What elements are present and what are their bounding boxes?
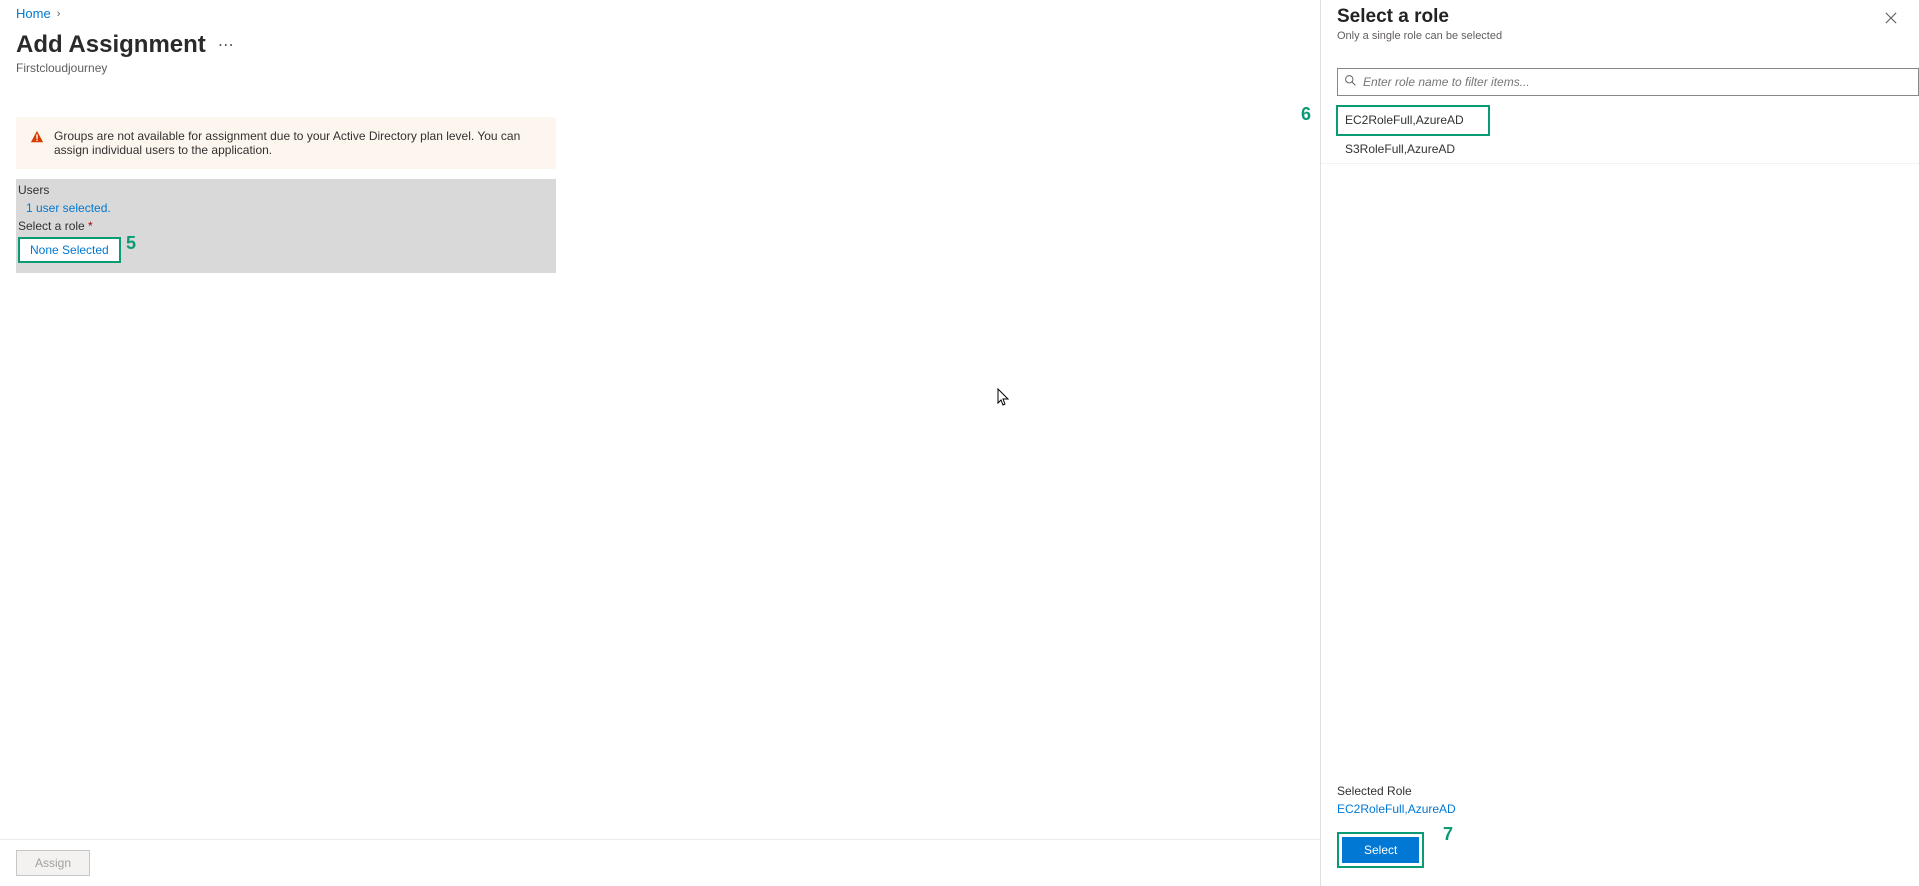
- annotation-5: 5: [126, 233, 136, 254]
- role-list: EC2RoleFull,AzureAD S3RoleFull,AzureAD: [1321, 106, 1919, 164]
- panel-title: Select a role: [1337, 6, 1502, 28]
- role-item-s3[interactable]: S3RoleFull,AzureAD: [1321, 135, 1919, 164]
- assign-button[interactable]: Assign: [16, 850, 90, 876]
- breadcrumb: Home ›: [16, 0, 1320, 21]
- role-item-ec2[interactable]: EC2RoleFull,AzureAD: [1337, 106, 1489, 135]
- select-button[interactable]: Select: [1342, 837, 1419, 863]
- page-title: Add Assignment: [16, 31, 206, 59]
- chevron-right-icon: ›: [57, 8, 61, 20]
- page-subtitle: Firstcloudjourney: [16, 61, 1320, 75]
- users-label: Users: [16, 179, 556, 197]
- close-icon[interactable]: [1879, 6, 1903, 30]
- panel-subtitle: Only a single role can be selected: [1337, 30, 1502, 42]
- select-role-button[interactable]: None Selected: [18, 237, 121, 263]
- warning-icon: [30, 130, 44, 144]
- more-icon[interactable]: ⋯: [218, 35, 235, 55]
- search-icon: [1344, 74, 1357, 90]
- main-footer: Assign: [0, 839, 1320, 886]
- required-asterisk: *: [88, 219, 93, 233]
- assignment-form: Users 1 user selected. Select a role * N…: [16, 179, 556, 273]
- role-search[interactable]: [1337, 68, 1919, 96]
- selected-role-value: EC2RoleFull,AzureAD: [1337, 802, 1903, 816]
- breadcrumb-home[interactable]: Home: [16, 6, 51, 21]
- annotation-7: 7: [1443, 824, 1453, 845]
- warning-banner: Groups are not available for assignment …: [16, 117, 556, 169]
- select-role-label-text: Select a role: [18, 219, 85, 233]
- role-search-input[interactable]: [1363, 75, 1912, 89]
- select-role-panel: Select a role Only a single role can be …: [1320, 0, 1919, 886]
- warning-text: Groups are not available for assignment …: [54, 129, 542, 157]
- select-role-label: Select a role *: [16, 215, 556, 233]
- annotation-6: 6: [1301, 104, 1311, 125]
- users-selected-link[interactable]: 1 user selected.: [16, 197, 111, 215]
- selected-role-label: Selected Role: [1337, 784, 1903, 798]
